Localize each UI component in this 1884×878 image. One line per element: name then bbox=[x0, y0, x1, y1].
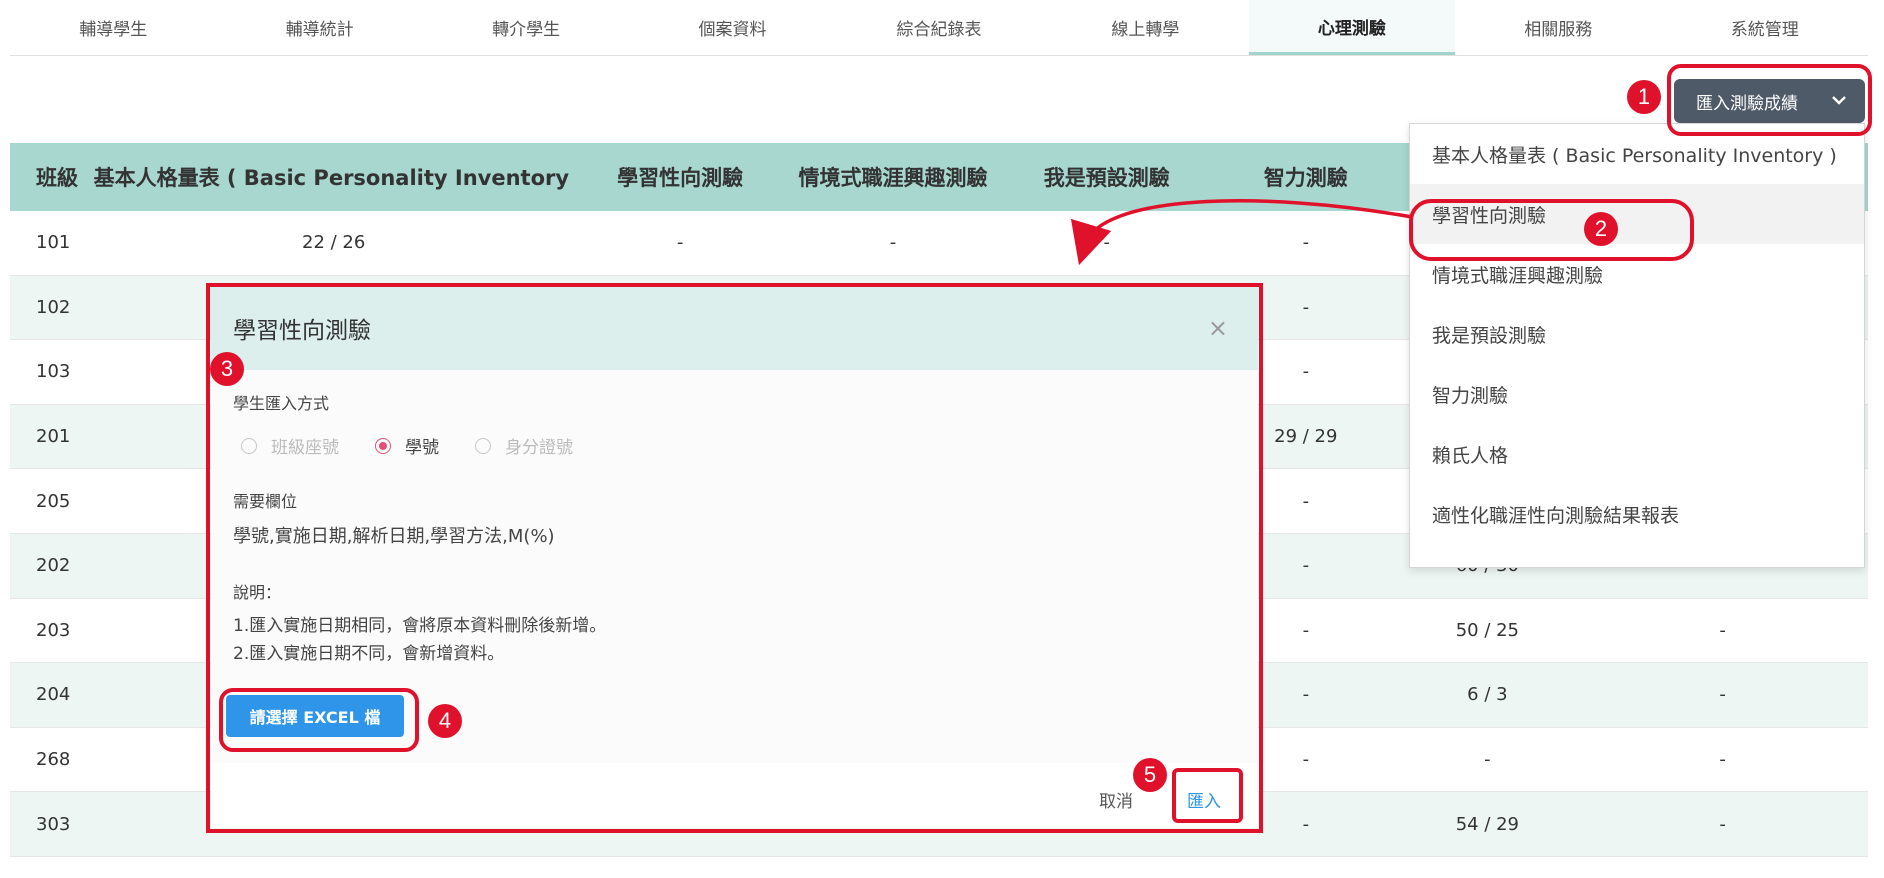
annotation-badge-5: 5 bbox=[1133, 758, 1167, 792]
annotation-arrow bbox=[1070, 199, 1413, 266]
annotation-badge-4: 4 bbox=[428, 704, 462, 738]
annotation-badge-2: 2 bbox=[1584, 212, 1618, 246]
annotation-badge-1: 1 bbox=[1627, 80, 1661, 114]
annotation-badge-3: 3 bbox=[210, 352, 244, 386]
